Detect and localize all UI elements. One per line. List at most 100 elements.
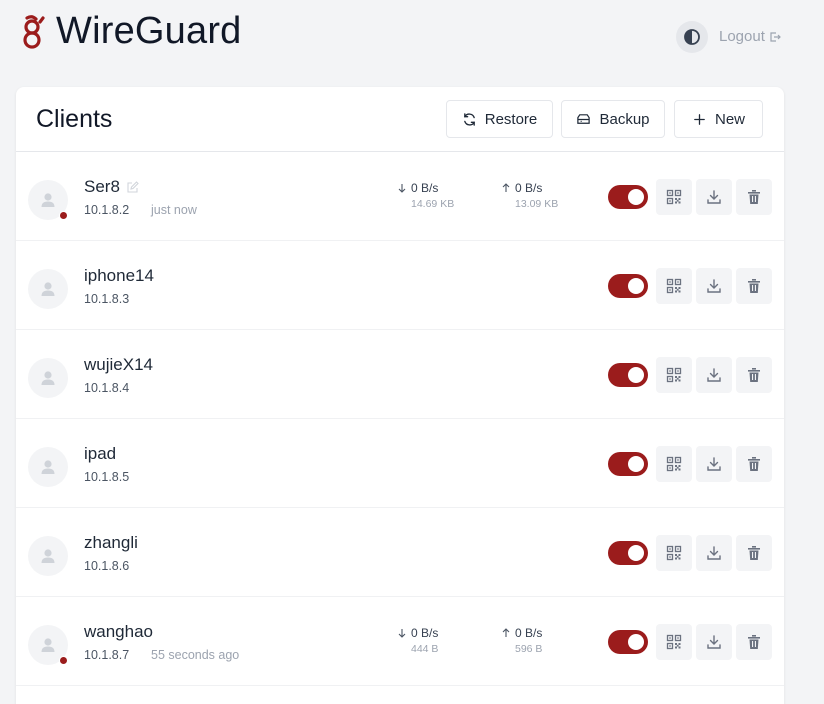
client-enable-toggle[interactable] [608, 185, 648, 209]
client-ip: 10.1.8.2 [84, 203, 130, 217]
rx-rate: 0 B/s [397, 626, 438, 640]
toggle-knob [628, 634, 644, 650]
client-avatar [28, 536, 68, 576]
backup-button[interactable]: Backup [561, 100, 665, 138]
toggle-knob [628, 189, 644, 205]
arrow-up-icon [502, 628, 510, 637]
arrow-down-icon [398, 184, 406, 193]
rx-rate-value: 0 B/s [411, 181, 439, 195]
download-config-button[interactable] [696, 179, 732, 215]
delete-client-button[interactable] [736, 357, 772, 393]
client-name-wrap: wujieX14 [84, 355, 153, 375]
edit-icon[interactable] [126, 180, 139, 194]
qr-code-icon [666, 634, 682, 650]
delete-client-button[interactable] [736, 624, 772, 660]
client-row: wanghao 10.1.8.7 55 seconds ago 0 B/s 44… [16, 597, 784, 686]
download-icon [707, 190, 721, 204]
app-header: WireGuard Logout [0, 0, 824, 80]
app-title: WireGuard [56, 10, 242, 52]
client-name-wrap: ipad [84, 444, 116, 464]
tx-rate: 0 B/s [501, 626, 542, 640]
show-qr-button[interactable] [656, 179, 692, 215]
download-config-button[interactable] [696, 446, 732, 482]
client-row: Ser8 10.1.8.2 just now 0 B/s 14.69 KB 0 … [16, 152, 784, 241]
user-icon [41, 638, 55, 652]
client-name-wrap: zhangli [84, 533, 138, 553]
tx-rate-value: 0 B/s [515, 181, 543, 195]
toggle-knob [628, 278, 644, 294]
client-name[interactable]: wujieX14 [84, 355, 153, 375]
download-config-button[interactable] [696, 357, 732, 393]
user-icon [41, 282, 55, 296]
client-enable-toggle[interactable] [608, 274, 648, 298]
client-name-wrap: wanghao [84, 622, 153, 642]
tx-rate-value: 0 B/s [515, 626, 543, 640]
client-name[interactable]: Ser8 [84, 177, 120, 197]
arrow-down-icon [398, 629, 406, 638]
download-config-button[interactable] [696, 535, 732, 571]
delete-client-button[interactable] [736, 179, 772, 215]
trash-icon [748, 279, 760, 293]
show-qr-button[interactable] [656, 446, 692, 482]
logout-button[interactable]: Logout [719, 28, 781, 45]
toggle-knob [628, 367, 644, 383]
theme-toggle-button[interactable] [676, 21, 708, 53]
tx-total: 596 B [515, 643, 543, 655]
qr-code-icon [666, 456, 682, 472]
client-row: ipad 10.1.8.5 [16, 419, 784, 508]
client-row: zhangli 10.1.8.6 [16, 508, 784, 597]
qr-code-icon [666, 278, 682, 294]
backup-label: Backup [599, 110, 650, 128]
client-name[interactable]: wanghao [84, 622, 153, 642]
online-indicator [59, 211, 68, 220]
toggle-knob [628, 545, 644, 561]
wireguard-logo-icon [23, 15, 45, 49]
client-enable-toggle[interactable] [608, 452, 648, 476]
new-client-button[interactable]: New [674, 100, 763, 138]
delete-client-button[interactable] [736, 446, 772, 482]
client-last-seen: just now [151, 203, 197, 217]
user-icon [41, 549, 55, 563]
client-name[interactable]: zhangli [84, 533, 138, 553]
client-enable-toggle[interactable] [608, 541, 648, 565]
client-enable-toggle[interactable] [608, 630, 648, 654]
download-config-button[interactable] [696, 624, 732, 660]
client-name-wrap: Ser8 [84, 177, 139, 197]
client-name[interactable]: iphone14 [84, 266, 154, 286]
restore-button[interactable]: Restore [446, 100, 553, 138]
show-qr-button[interactable] [656, 268, 692, 304]
client-avatar [28, 358, 68, 398]
clients-card-header: Clients Restore Backup New [16, 87, 784, 152]
trash-icon [748, 368, 760, 382]
client-ip: 10.1.8.5 [84, 470, 130, 484]
arrow-up-icon [502, 183, 510, 192]
qr-code-icon [666, 545, 682, 561]
logout-icon [770, 31, 781, 42]
rx-rate-value: 0 B/s [411, 626, 439, 640]
user-icon [41, 460, 55, 474]
download-config-button[interactable] [696, 268, 732, 304]
contrast-icon [684, 29, 700, 45]
client-ip: 10.1.8.4 [84, 381, 130, 395]
delete-client-button[interactable] [736, 268, 772, 304]
logout-label: Logout [719, 28, 765, 45]
trash-icon [748, 546, 760, 560]
clients-card: Clients Restore Backup New Ser8 10.1.8.2… [16, 87, 784, 704]
client-ip: 10.1.8.7 [84, 648, 130, 662]
trash-icon [748, 190, 760, 204]
client-enable-toggle[interactable] [608, 363, 648, 387]
client-avatar [28, 447, 68, 487]
show-qr-button[interactable] [656, 357, 692, 393]
download-icon [707, 546, 721, 560]
show-qr-button[interactable] [656, 624, 692, 660]
refresh-icon [463, 112, 475, 126]
delete-client-button[interactable] [736, 535, 772, 571]
download-icon [707, 457, 721, 471]
rx-total: 14.69 KB [411, 198, 455, 210]
user-icon [41, 371, 55, 385]
show-qr-button[interactable] [656, 535, 692, 571]
qr-code-icon [666, 367, 682, 383]
tx-rate: 0 B/s [501, 181, 542, 195]
client-name[interactable]: ipad [84, 444, 116, 464]
plus-icon [694, 113, 705, 125]
